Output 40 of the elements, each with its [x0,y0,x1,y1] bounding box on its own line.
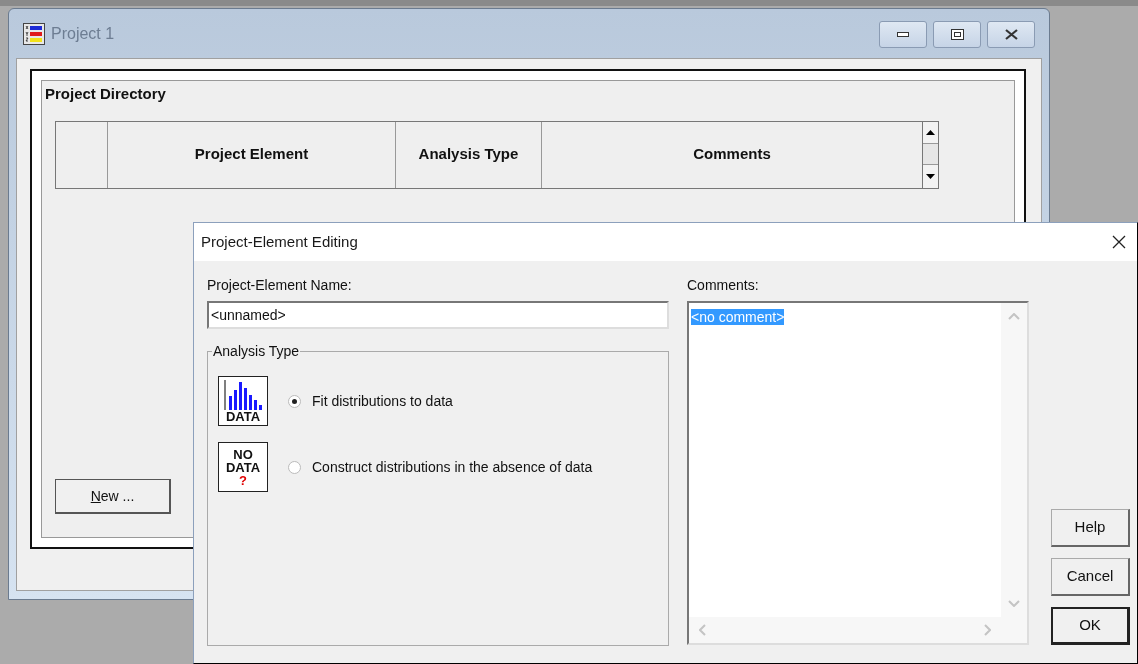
icon-label: DATA [225,460,261,474]
radio-label[interactable]: Construct distributions in the absence of data [312,456,593,478]
minimize-button[interactable] [879,21,927,48]
name-field[interactable]: <unnamed> [207,301,669,329]
app-icon [23,22,45,45]
restore-icon [950,29,964,40]
dialog-title: Project-Element Editing [201,231,358,252]
close-button[interactable] [987,21,1035,48]
histogram-icon [223,380,263,410]
down-chevron-icon [1008,600,1020,607]
name-label: Project-Element Name: [207,276,353,295]
column-header[interactable]: Comments [542,121,922,188]
radio-label[interactable]: Fit distributions to data [312,390,453,412]
group-title: Analysis Type [212,342,301,361]
icon-label: DATA [225,410,261,424]
left-chevron-icon [699,624,706,636]
scroll-down-button[interactable] [923,163,938,188]
icon-label: ? [239,473,247,487]
restore-button[interactable] [933,21,981,48]
dialog-button[interactable]: Cancel [1051,558,1130,596]
comments-text: <no comment> [691,309,785,325]
down-arrow-icon [926,173,935,179]
radio-button[interactable] [288,460,301,474]
column-header[interactable]: Project Element [108,121,396,188]
column-header[interactable]: Analysis Type [396,121,542,188]
up-arrow-icon [926,129,935,135]
right-chevron-icon [984,624,991,636]
scroll-up-button[interactable] [923,121,938,144]
radio-button[interactable] [288,394,301,408]
new-button[interactable]: New ... [55,479,171,514]
window-title: Project 1 [51,23,115,44]
dialog-button[interactable]: OK [1051,607,1130,645]
close-icon [1004,29,1018,40]
icon-label: NO [233,447,253,461]
minimize-icon [897,32,909,37]
comments-label: Comments: [687,276,760,295]
up-chevron-icon [1008,313,1020,320]
directory-title: Project Directory [45,84,167,104]
close-icon [1112,235,1126,249]
dialog-button[interactable]: Help [1051,509,1130,547]
